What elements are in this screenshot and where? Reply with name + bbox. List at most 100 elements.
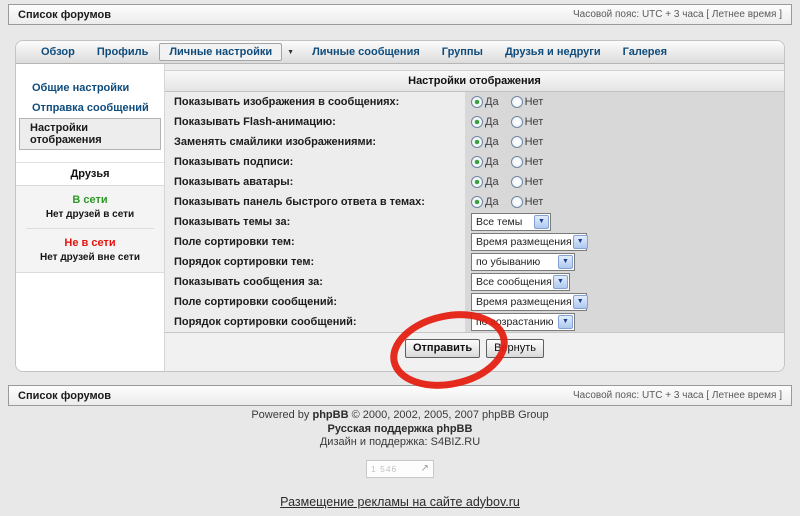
advertising-link[interactable]: Размещение рекламы на сайте adybov.ru (280, 495, 520, 509)
topics-sort-dir-select[interactable]: по убыванию▼ (471, 253, 575, 271)
show-smilies-radio-no[interactable] (511, 136, 523, 148)
show-images-radio-yes-label[interactable]: Да (485, 96, 499, 108)
show-signatures-radio-no[interactable] (511, 156, 523, 168)
counter-value: 1 546 (371, 464, 397, 474)
setting-row-show-flash: Показывать Flash-анимацию: Да Нет (165, 112, 784, 132)
topics-days-select-value: Все темы (476, 216, 522, 228)
russian-support-link[interactable]: Русская поддержка phpBB (0, 423, 800, 437)
setting-row-posts-sort-dir: Порядок сортировки сообщений: по возраста… (165, 312, 784, 332)
setting-row-posts-days: Показывать сообщения за: Все сообщения▼ (165, 272, 784, 292)
sidebar-item-display-settings[interactable]: Настройки отображения (19, 118, 161, 150)
show-quick-reply-radio-no[interactable] (511, 196, 523, 208)
forum-index-link-bottom[interactable]: Список форумов (18, 390, 111, 402)
tab-gallery[interactable]: Галерея (612, 46, 678, 58)
show-flash-control: Да Нет (465, 112, 784, 132)
topics-sort-dir-label: Порядок сортировки тем: (165, 252, 465, 272)
show-images-control: Да Нет (465, 92, 784, 112)
topics-days-select[interactable]: Все темы▼ (471, 213, 551, 231)
tab-dropdown-caret-icon[interactable]: ▼ (282, 49, 301, 56)
show-images-radio-no[interactable] (511, 96, 523, 108)
chevron-down-icon: ▼ (573, 295, 588, 309)
posts-days-select-value: Все сообщения (476, 276, 552, 288)
show-quick-reply-radio-yes[interactable] (471, 196, 483, 208)
sidebar-item-posting-settings[interactable]: Отправка сообщений (19, 98, 161, 118)
show-signatures-radio-no-label[interactable]: Нет (525, 156, 544, 168)
posts-days-select[interactable]: Все сообщения▼ (471, 273, 570, 291)
show-images-radio-no-label[interactable]: Нет (525, 96, 544, 108)
topics-sort-field-select[interactable]: Время размещения▼ (471, 233, 587, 251)
show-flash-radio-yes[interactable] (471, 116, 483, 128)
posts-sort-field-select[interactable]: Время размещения▼ (471, 293, 587, 311)
show-smilies-radio-yes-label[interactable]: Да (485, 136, 499, 148)
sidebar-item-general-settings[interactable]: Общие настройки (19, 78, 161, 98)
section-title: Настройки отображения (165, 70, 784, 92)
show-avatars-radio-no-label[interactable]: Нет (525, 176, 544, 188)
timezone-label: Часовой пояс: UTC + 3 часа [ Летнее врем… (573, 9, 782, 20)
friends-box: В сети Нет друзей в сети Не в сети Нет д… (16, 186, 164, 273)
chevron-down-icon: ▼ (573, 235, 588, 249)
tab-bar: ОбзорПрофильЛичные настройки▼Личные сооб… (16, 41, 784, 64)
show-smilies-control: Да Нет (465, 132, 784, 152)
show-quick-reply-radio-yes-label[interactable]: Да (485, 196, 499, 208)
setting-row-show-quick-reply: Показывать панель быстрого ответа в тема… (165, 192, 784, 212)
show-flash-radio-no[interactable] (511, 116, 523, 128)
tab-groups[interactable]: Группы (431, 46, 494, 58)
show-images-radio-yes[interactable] (471, 96, 483, 108)
ucp-panel: ОбзорПрофильЛичные настройки▼Личные сооб… (15, 40, 785, 372)
form-actions: Отправить Вернуть (165, 332, 784, 371)
tab-overview[interactable]: Обзор (30, 46, 86, 58)
show-smilies-radio-no-label[interactable]: Нет (525, 136, 544, 148)
setting-row-topics-days: Показывать темы за:Все темы▼ (165, 212, 784, 232)
topics-sort-field-label: Поле сортировки тем: (165, 232, 465, 252)
topics-sort-dir-control: по убыванию▼ (465, 252, 784, 272)
setting-row-show-signatures: Показывать подписи: Да Нет (165, 152, 784, 172)
show-smilies-radio-yes[interactable] (471, 136, 483, 148)
reset-button[interactable]: Вернуть (486, 339, 544, 358)
setting-row-show-avatars: Показывать аватары:ДаНет (165, 172, 784, 192)
settings-rows: Показывать изображения в сообщениях: Да Не… (165, 92, 784, 332)
tab-friends-foes[interactable]: Друзья и недруги (494, 46, 612, 58)
friends-online-status: Нет друзей в сети (20, 209, 160, 220)
tab-profile[interactable]: Профиль (86, 46, 159, 58)
show-signatures-control: Да Нет (465, 152, 784, 172)
show-flash-label: Показывать Flash-анимацию: (165, 112, 465, 132)
tab-personal-settings[interactable]: Личные настройки (159, 43, 282, 61)
sidebar: Общие настройкиОтправка сообщенийНастрой… (16, 64, 165, 371)
show-avatars-radio-yes-label[interactable]: Да (485, 176, 499, 188)
show-signatures-label: Показывать подписи: (165, 152, 465, 172)
posts-sort-dir-select-value: по возрастанию (476, 316, 553, 328)
posts-sort-field-control: Время размещения▼ (465, 292, 784, 312)
show-signatures-radio-yes[interactable] (471, 156, 483, 168)
chevron-down-icon: ▼ (558, 315, 573, 329)
topics-sort-dir-select-value: по убыванию (476, 256, 540, 268)
show-smilies-label: Заменять смайлики изображениями: (165, 132, 465, 152)
posts-sort-dir-label: Порядок сортировки сообщений: (165, 312, 465, 332)
tab-private-messages[interactable]: Личные сообщения (301, 46, 431, 58)
show-flash-radio-no-label[interactable]: Нет (525, 116, 544, 128)
main-settings-area: Настройки отображения Показывать изображ… (165, 64, 784, 371)
friends-offline-label: Не в сети (20, 237, 160, 249)
show-avatars-radio-yes[interactable] (471, 176, 483, 188)
show-signatures-radio-yes-label[interactable]: Да (485, 156, 499, 168)
posts-days-label: Показывать сообщения за: (165, 272, 465, 292)
setting-row-posts-sort-field: Поле сортировки сообщений:Время размещен… (165, 292, 784, 312)
friends-online-label: В сети (20, 194, 160, 206)
show-images-label: Показывать изображения в сообщениях: (165, 92, 465, 112)
submit-button[interactable]: Отправить (405, 339, 480, 358)
timezone-label-bottom: Часовой пояс: UTC + 3 часа [ Летнее врем… (573, 390, 782, 401)
external-arrow-icon: ↗ (421, 463, 429, 474)
posts-sort-dir-select[interactable]: по возрастанию ▼ (471, 313, 575, 331)
setting-row-show-images: Показывать изображения в сообщениях: Да Не… (165, 92, 784, 112)
topics-sort-field-select-value: Время размещения (476, 236, 572, 248)
topics-days-control: Все темы▼ (465, 212, 784, 232)
show-avatars-radio-no[interactable] (511, 176, 523, 188)
top-breadcrumb-bar: Список форумов Часовой пояс: UTC + 3 час… (8, 4, 792, 25)
show-quick-reply-radio-no-label[interactable]: Нет (525, 196, 544, 208)
friends-divider (26, 228, 154, 229)
s4biz-link[interactable]: S4BIZ.RU (431, 436, 481, 448)
show-flash-radio-yes-label[interactable]: Да (485, 116, 499, 128)
visitor-counter-widget[interactable]: 1 546 ↗ (366, 460, 434, 478)
show-quick-reply-control: Да Нет (465, 192, 784, 212)
forum-index-link[interactable]: Список форумов (18, 9, 111, 21)
page-footer: Powered by phpBB © 2000, 2002, 2005, 200… (0, 409, 800, 509)
